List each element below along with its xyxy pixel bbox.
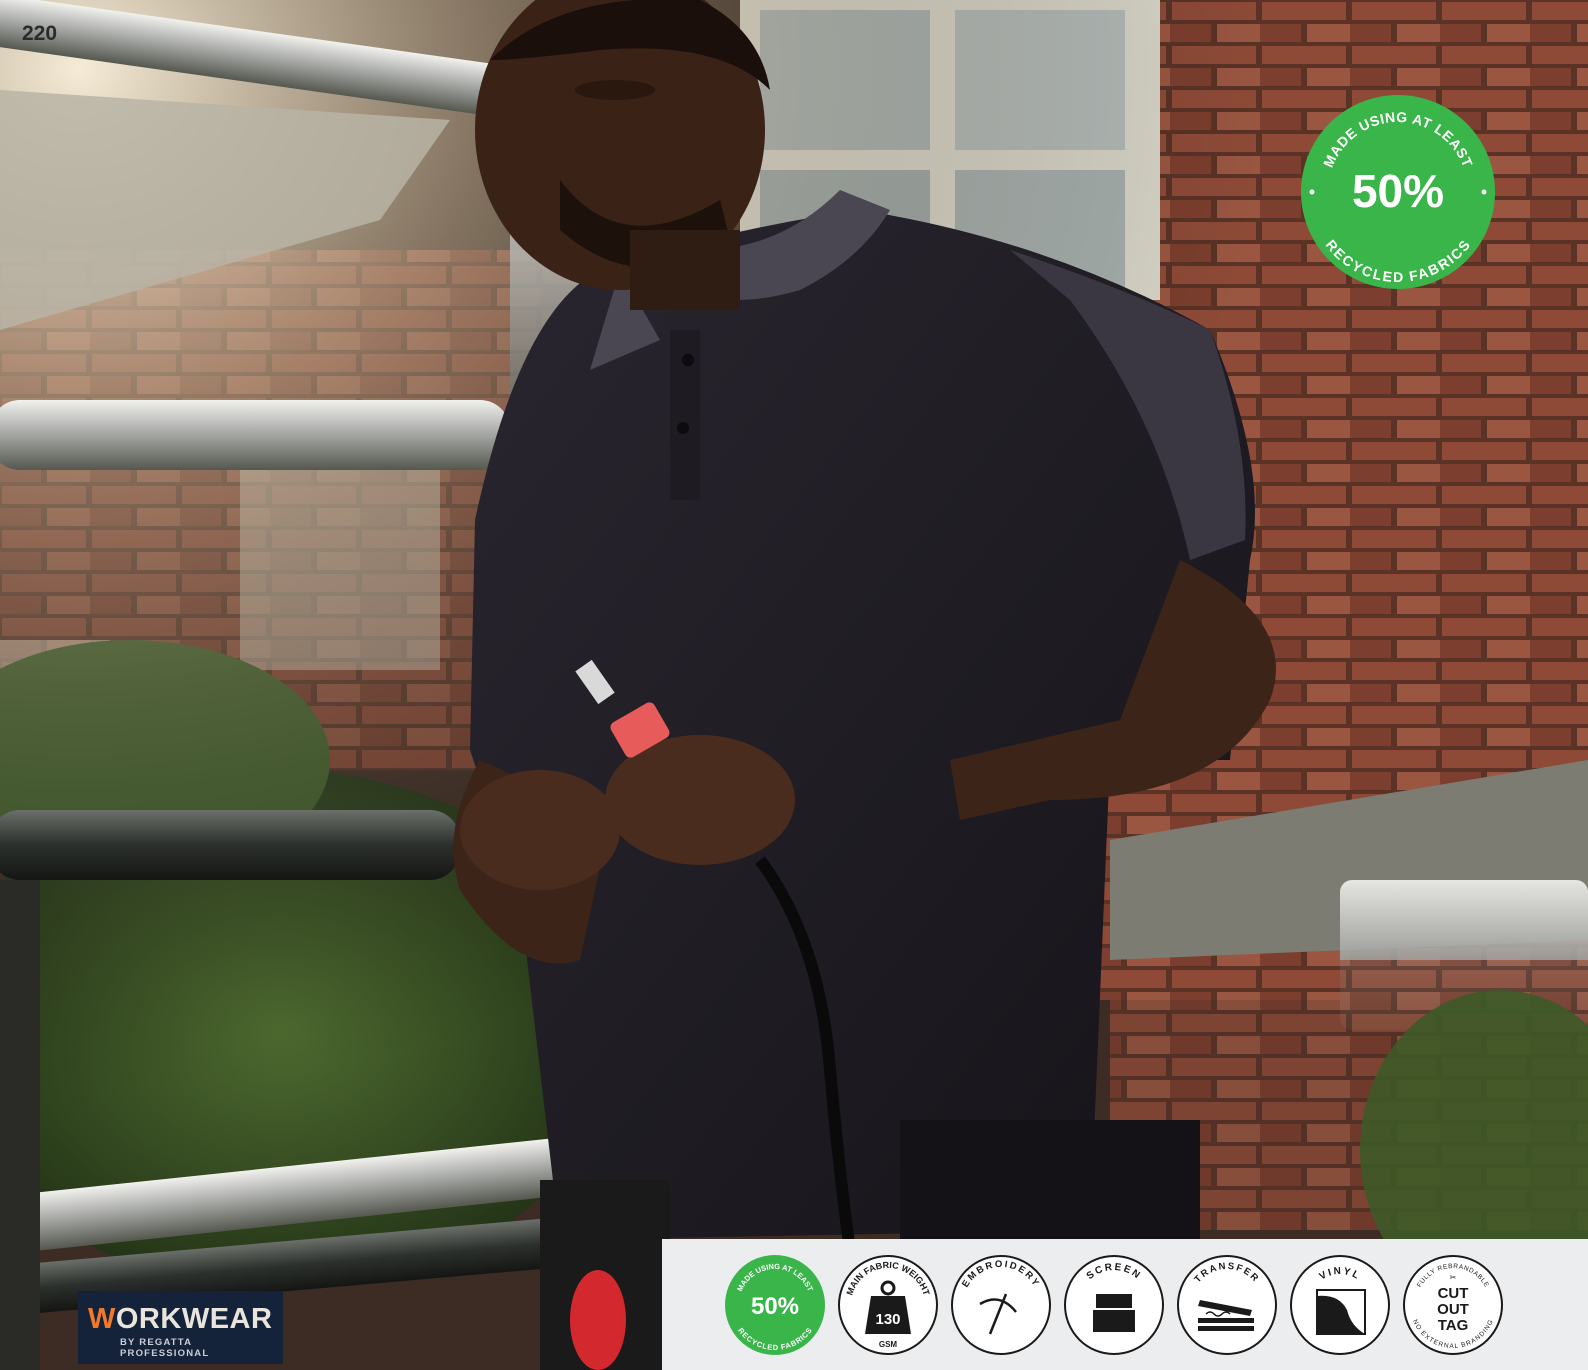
badge-value: 50% xyxy=(1352,165,1444,217)
tag-line3: TAG xyxy=(1438,1317,1469,1334)
tag-line2: OUT xyxy=(1437,1301,1469,1318)
logo-wordmark: WORKWEAR xyxy=(88,1303,272,1336)
cut-out-tag-icon: FULLY REBRANDABLE ✂ CUT OUT TAG NO EXTER… xyxy=(1402,1254,1504,1356)
vinyl-print-icon: VINYL xyxy=(1289,1254,1391,1356)
embroidery-icon: EMBROIDERY xyxy=(950,1254,1052,1356)
logo-first-letter: W xyxy=(88,1303,116,1335)
weight-value: 130 xyxy=(875,1311,900,1328)
logo-wordmark-rest: ORKWEAR xyxy=(115,1303,273,1335)
fabric-weight-icon: MAIN FABRIC WEIGHT 130 GSM xyxy=(837,1254,939,1356)
recycled-value: 50% xyxy=(751,1293,799,1320)
workwear-logo: WORKWEAR BY REGATTA PROFESSIONAL xyxy=(78,1291,283,1364)
weight-unit: GSM xyxy=(879,1340,898,1349)
page-number: 220 xyxy=(22,22,58,45)
recycled-badge-icon: MADE USING AT LEAST 50% RECYCLED FABRICS xyxy=(724,1254,826,1356)
tag-line1: CUT xyxy=(1438,1285,1469,1302)
screen-print-icon: SCREEN xyxy=(1063,1254,1165,1356)
feature-icon-strip: MADE USING AT LEAST 50% RECYCLED FABRICS… xyxy=(662,1239,1588,1370)
logo-subtitle: BY REGATTA PROFESSIONAL xyxy=(120,1337,210,1359)
scissors-icon: ✂ xyxy=(1450,1273,1457,1282)
transfer-print-icon: TRANSFER xyxy=(1176,1254,1278,1356)
squeegee-icon xyxy=(1093,1294,1135,1332)
recycled-fabrics-badge: MADE USING AT LEAST 50% RECYCLED FABRICS xyxy=(1300,94,1496,290)
